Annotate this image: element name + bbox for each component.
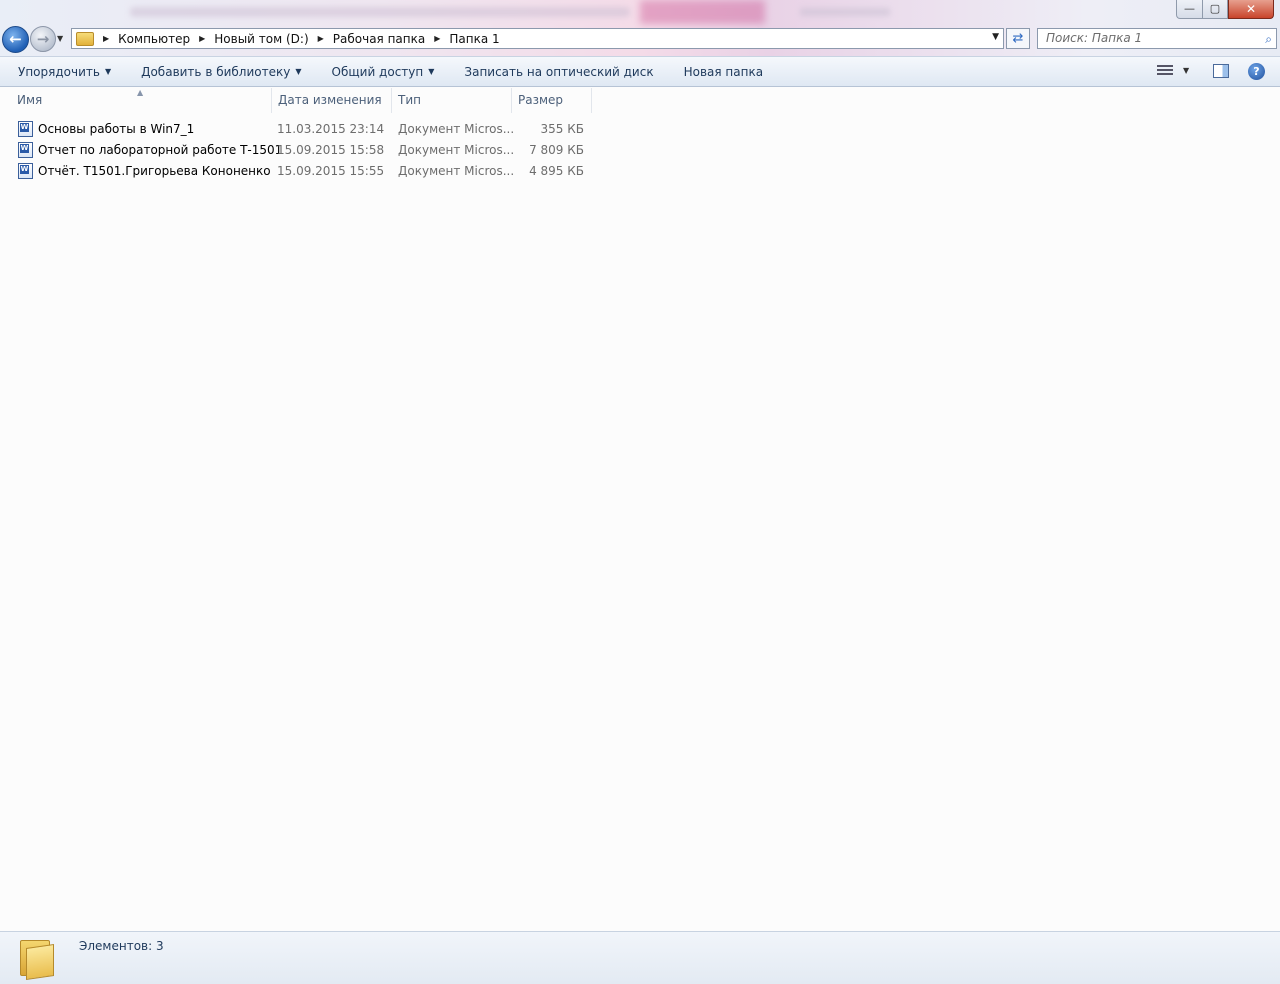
search-input[interactable]: Поиск: Папка 1 ⌕ bbox=[1037, 28, 1277, 49]
share-label: Общий доступ bbox=[331, 64, 424, 79]
breadcrumb-arrow-icon[interactable]: ▶ bbox=[318, 34, 324, 43]
share-button[interactable]: Общий доступ ▼ bbox=[332, 65, 435, 79]
chevron-down-icon: ▼ bbox=[428, 67, 435, 76]
file-size: 355 КБ bbox=[540, 122, 584, 136]
word-document-icon: W bbox=[18, 121, 33, 137]
folder-icon bbox=[76, 31, 94, 46]
back-button[interactable]: ← bbox=[2, 26, 29, 53]
word-document-icon: W bbox=[18, 163, 33, 179]
close-button[interactable]: ✕ bbox=[1228, 0, 1274, 19]
file-type: Документ Micros... bbox=[398, 164, 515, 178]
file-size: 4 895 КБ bbox=[529, 164, 584, 178]
status-bar: Элементов: 3 bbox=[0, 931, 1280, 984]
refresh-button[interactable]: ⇄ bbox=[1006, 28, 1030, 49]
file-row[interactable]: W Основы работы в Win7_1 11.03.2015 23:1… bbox=[0, 119, 600, 140]
file-name: Отчет по лабораторной работе Т-1501 bbox=[38, 143, 283, 157]
new-folder-label: Новая папка bbox=[683, 64, 764, 79]
breadcrumb-item-work-folder[interactable]: Рабочая папка bbox=[333, 32, 425, 46]
close-icon: ✕ bbox=[1245, 2, 1257, 16]
help-icon[interactable]: ? bbox=[1248, 63, 1265, 80]
forward-button[interactable]: → bbox=[30, 26, 56, 52]
column-headers: Имя Дата изменения Тип Размер bbox=[0, 88, 1280, 113]
command-bar: Упорядочить ▼ Добавить в библиотеку ▼ Об… bbox=[0, 57, 1280, 87]
breadcrumb-arrow-icon[interactable]: ▶ bbox=[103, 34, 109, 43]
preview-pane-icon[interactable] bbox=[1213, 64, 1229, 78]
file-date: 15.09.2015 15:55 bbox=[277, 164, 385, 178]
breadcrumb-arrow-icon[interactable]: ▶ bbox=[434, 34, 440, 43]
file-name: Основы работы в Win7_1 bbox=[38, 122, 195, 136]
add-to-library-label: Добавить в библиотеку bbox=[141, 64, 291, 79]
maximize-button[interactable]: ▢ bbox=[1202, 0, 1228, 19]
column-header-date[interactable]: Дата изменения bbox=[272, 88, 392, 113]
column-header-type[interactable]: Тип bbox=[392, 88, 512, 113]
burn-disc-button[interactable]: Записать на оптический диск bbox=[464, 65, 653, 79]
maximize-icon: ▢ bbox=[1209, 2, 1221, 15]
refresh-icon: ⇄ bbox=[1012, 31, 1024, 46]
file-size: 7 809 КБ bbox=[529, 143, 584, 157]
recent-pages-dropdown-icon[interactable]: ▼ bbox=[57, 34, 63, 43]
breadcrumb-item-drive-d[interactable]: Новый том (D:) bbox=[214, 32, 308, 46]
organize-label: Упорядочить bbox=[18, 64, 100, 79]
search-icon[interactable]: ⌕ bbox=[1265, 30, 1272, 49]
breadcrumb-arrow-icon[interactable]: ▶ bbox=[199, 34, 205, 43]
minimize-icon: — bbox=[1184, 2, 1195, 15]
search-placeholder: Поиск: Папка 1 bbox=[1046, 31, 1143, 45]
file-type: Документ Micros... bbox=[398, 143, 515, 157]
change-view-icon[interactable] bbox=[1157, 65, 1173, 78]
breadcrumb-item-folder-1[interactable]: Папка 1 bbox=[449, 32, 499, 46]
column-header-size[interactable]: Размер bbox=[512, 88, 592, 113]
new-folder-button[interactable]: Новая папка bbox=[684, 65, 763, 79]
sort-ascending-icon: ▲ bbox=[137, 88, 144, 97]
forward-arrow-icon: → bbox=[36, 30, 50, 48]
chevron-down-icon: ▼ bbox=[295, 67, 302, 76]
organize-button[interactable]: Упорядочить ▼ bbox=[18, 65, 111, 79]
file-name: Отчёт. Т1501.Григорьева Кононенко bbox=[38, 164, 271, 178]
file-type: Документ Micros... bbox=[398, 122, 515, 136]
item-count: Элементов: 3 bbox=[79, 939, 164, 953]
file-row[interactable]: W Отчёт. Т1501.Григорьева Кононенко 15.0… bbox=[0, 161, 600, 182]
breadcrumb-item-computer[interactable]: Компьютер bbox=[118, 32, 190, 46]
blurred-background-strip bbox=[0, 0, 1160, 26]
address-history-dropdown-icon[interactable]: ▼ bbox=[992, 32, 999, 42]
file-date: 15.09.2015 15:58 bbox=[277, 143, 385, 157]
file-row[interactable]: W Отчет по лабораторной работе Т-1501 15… bbox=[0, 140, 600, 161]
view-options-dropdown-icon[interactable]: ▼ bbox=[1183, 66, 1189, 75]
address-bar[interactable]: ▶ Компьютер ▶ Новый том (D:) ▶ Рабочая п… bbox=[71, 28, 1004, 49]
file-date: 11.03.2015 23:14 bbox=[277, 122, 385, 136]
minimize-button[interactable]: — bbox=[1176, 0, 1203, 19]
add-to-library-button[interactable]: Добавить в библиотеку ▼ bbox=[141, 65, 301, 79]
back-arrow-icon: ← bbox=[9, 30, 22, 48]
chevron-down-icon: ▼ bbox=[104, 67, 112, 76]
breadcrumb: ▶ Компьютер ▶ Новый том (D:) ▶ Рабочая п… bbox=[94, 32, 500, 46]
file-list: W Основы работы в Win7_1 11.03.2015 23:1… bbox=[0, 119, 600, 182]
folder-icon bbox=[18, 938, 56, 980]
burn-disc-label: Записать на оптический диск bbox=[464, 64, 654, 79]
word-document-icon: W bbox=[18, 142, 33, 158]
